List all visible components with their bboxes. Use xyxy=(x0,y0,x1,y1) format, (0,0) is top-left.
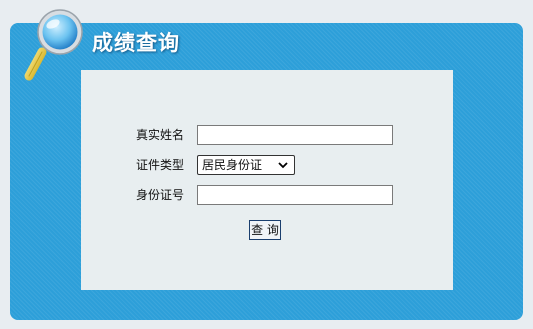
id-number-row: 身份证号 xyxy=(81,184,453,206)
query-form: 真实姓名 证件类型 居民身份证 身份证号 查 询 xyxy=(81,70,453,290)
id-type-selected: 居民身份证 xyxy=(202,158,263,172)
name-label: 真实姓名 xyxy=(136,128,185,142)
id-number-label: 身份证号 xyxy=(136,188,185,202)
page-title: 成绩查询 xyxy=(92,31,180,55)
id-type-row: 证件类型 居民身份证 xyxy=(81,154,453,176)
search-button[interactable]: 查 询 xyxy=(249,220,281,240)
id-number-input[interactable] xyxy=(197,185,393,205)
id-type-select[interactable]: 居民身份证 xyxy=(197,155,295,175)
query-page: 成绩查询 真实姓名 证件类型 居民身份证 身份证号 查 询 xyxy=(0,0,533,329)
name-row: 真实姓名 xyxy=(81,124,453,146)
name-input[interactable] xyxy=(197,125,393,145)
id-type-label: 证件类型 xyxy=(136,158,185,172)
chevron-down-icon xyxy=(278,162,288,169)
